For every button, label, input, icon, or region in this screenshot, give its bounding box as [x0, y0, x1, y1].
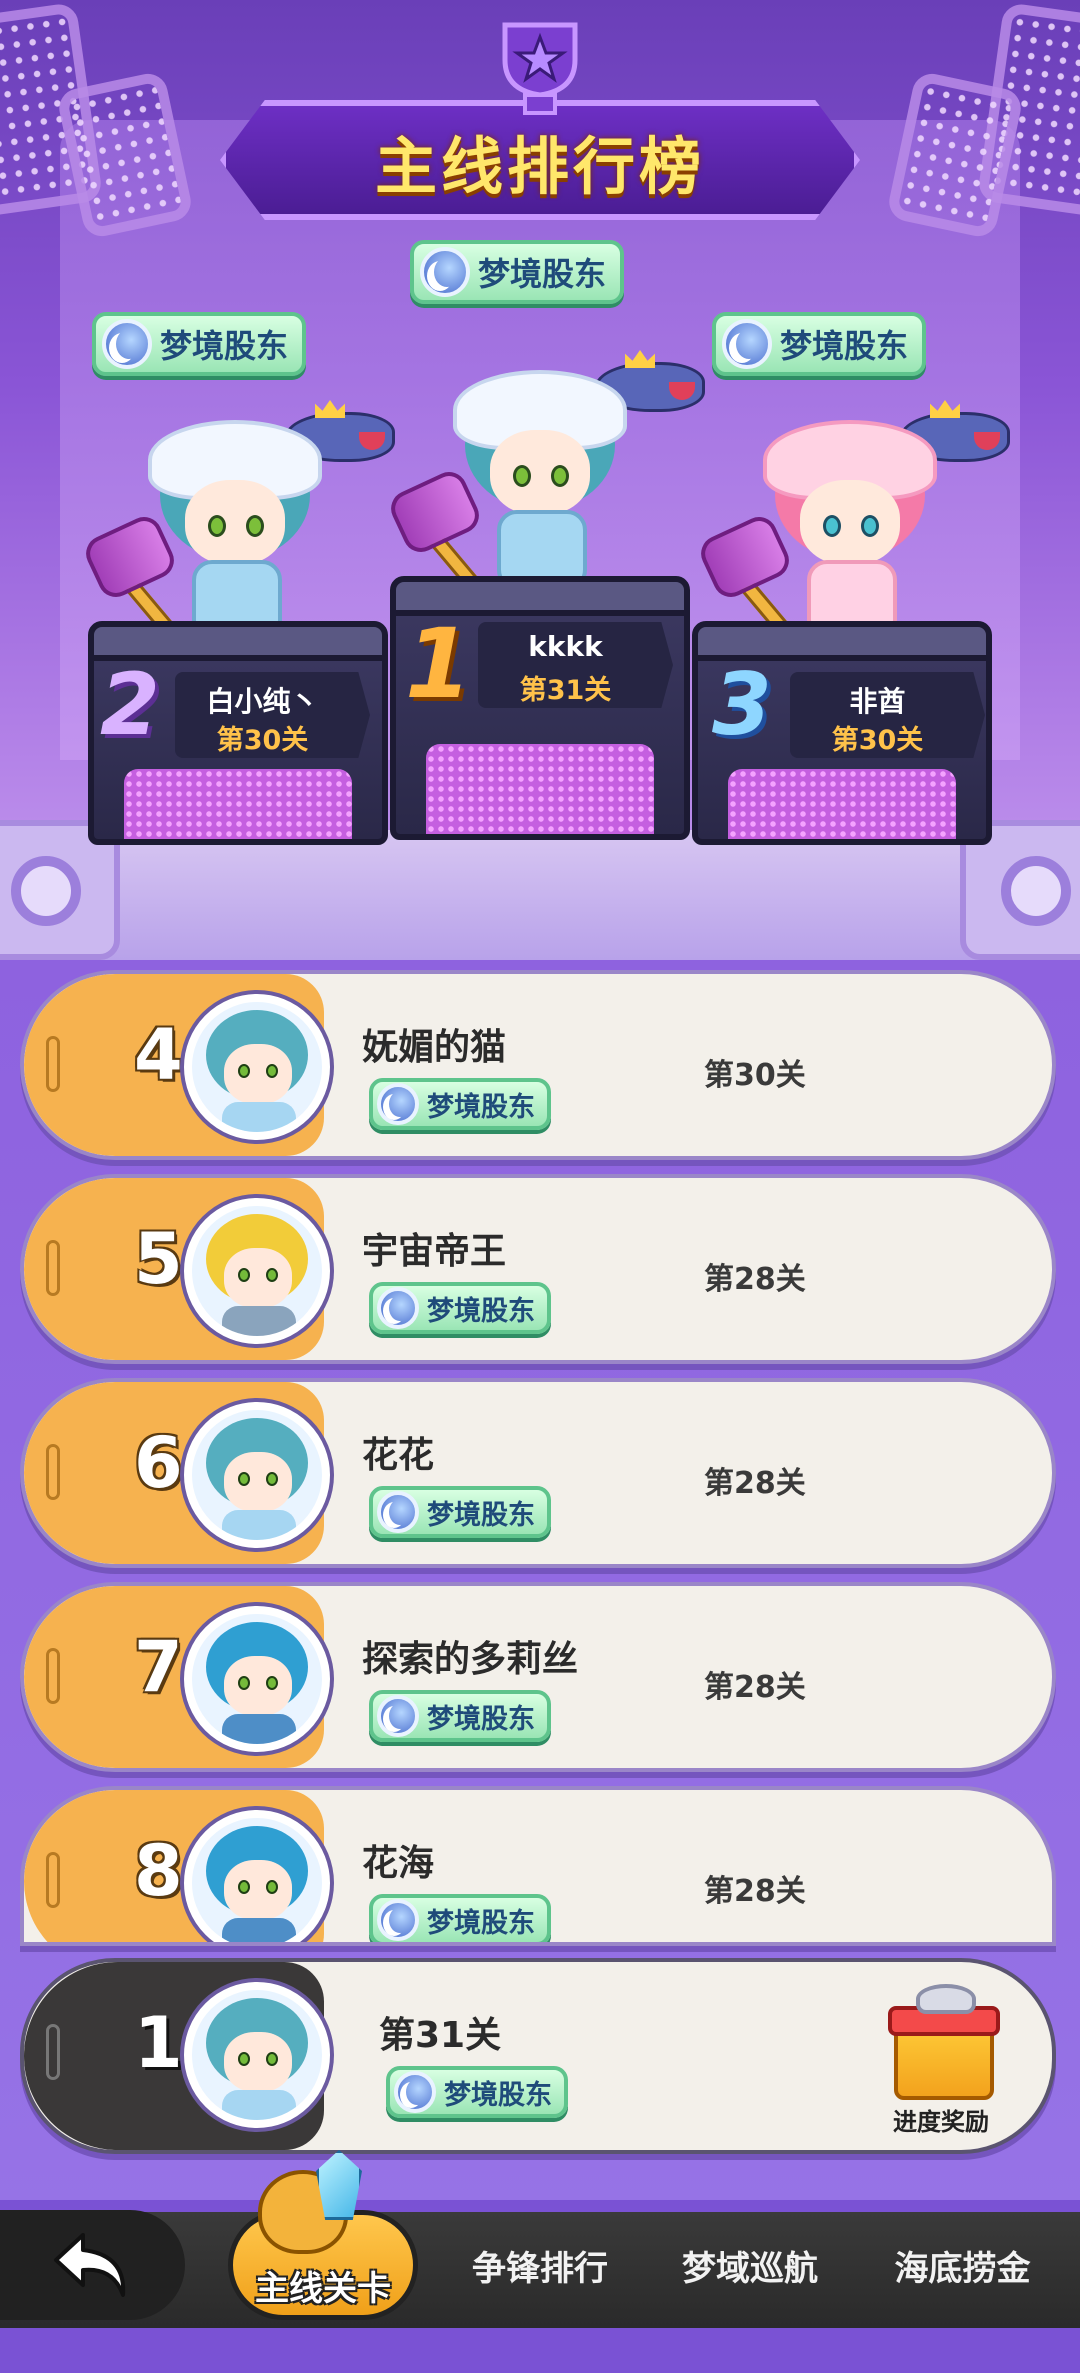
- my-level: 第31关: [379, 2015, 502, 2056]
- ranking-list[interactable]: 4 妩媚的猫 梦境股东 第30关 5 宇宙帝王 梦境股东 第28关 6 花花 梦…: [0, 960, 1080, 2210]
- back-button[interactable]: [0, 2210, 185, 2320]
- moon-icon: [102, 319, 152, 369]
- reward-label: 进度奖励: [893, 2108, 989, 2136]
- player-name: 宇宙帝王: [362, 1231, 507, 1272]
- moon-icon: [377, 1491, 419, 1533]
- vip-badge-rank-2: 梦境股东: [92, 312, 307, 376]
- slot-decoration: [46, 1036, 60, 1092]
- podium-nameplate: 非酋 第30关: [790, 672, 985, 758]
- player-name: 探索的多莉丝: [362, 1639, 579, 1680]
- list-item[interactable]: 7 探索的多莉丝 梦境股东 第28关: [20, 1582, 1056, 1772]
- list-item[interactable]: 4 妩媚的猫 梦境股东 第30关: [20, 970, 1056, 1160]
- moon-icon: [722, 319, 772, 369]
- player-name: 非酋: [849, 685, 906, 718]
- page-title: 主线排行榜: [374, 130, 705, 203]
- vip-badge: 梦境股东: [369, 1486, 551, 1538]
- badge-label: 梦境股东: [444, 2079, 552, 2111]
- badge-label: 梦境股东: [427, 1499, 535, 1531]
- moon-icon: [377, 1083, 419, 1125]
- list-item[interactable]: 5 宇宙帝王 梦境股东 第28关: [20, 1174, 1056, 1364]
- hammer-icon: [385, 466, 505, 596]
- avatar[interactable]: [184, 1606, 330, 1752]
- player-level: 第30关: [831, 725, 924, 756]
- badge-label: 梦境股东: [427, 1295, 535, 1327]
- player-name: 妩媚的猫: [362, 1027, 507, 1068]
- trophy-icon: [502, 22, 578, 115]
- badge-label: 梦境股东: [780, 327, 909, 365]
- avatar[interactable]: [184, 994, 330, 1140]
- player-level: 第31关: [519, 675, 612, 706]
- avatar[interactable]: [184, 1402, 330, 1548]
- moon-icon: [420, 247, 470, 297]
- rank-number: 4: [134, 1014, 183, 1096]
- player-level: 第30关: [704, 1058, 806, 1093]
- vip-badge: 梦境股东: [369, 1894, 551, 1942]
- title-banner: 主线排行榜: [220, 22, 860, 230]
- tab-label: 梦域巡航: [682, 2248, 818, 2289]
- list-item[interactable]: 6 花花 梦境股东 第28关: [20, 1378, 1056, 1568]
- slot-decoration: [46, 1648, 60, 1704]
- slot-decoration: [46, 1240, 60, 1296]
- podium-rank-number: 1: [405, 608, 472, 720]
- avatar[interactable]: [184, 1810, 330, 1942]
- my-avatar[interactable]: [184, 1982, 330, 2128]
- tab-label: 争锋排行: [472, 2248, 608, 2289]
- moon-icon: [377, 1695, 419, 1737]
- player-level: 第28关: [704, 1466, 806, 1501]
- badge-label: 梦境股东: [478, 255, 607, 293]
- player-level: 第28关: [704, 1874, 806, 1909]
- badge-label: 梦境股东: [160, 327, 289, 365]
- vip-badge-rank-3: 梦境股东: [712, 312, 927, 376]
- badge-label: 梦境股东: [427, 1907, 535, 1939]
- bottom-nav: 主线关卡 争锋排行 梦域巡航 海底捞金: [0, 2150, 1080, 2373]
- podium-rank-number: 2: [100, 655, 160, 755]
- slot-decoration: [46, 2024, 60, 2080]
- avatar[interactable]: [184, 1198, 330, 1344]
- podium-nameplate: kkkk 第31关: [478, 622, 673, 708]
- badge-label: 梦境股东: [427, 1091, 535, 1123]
- vip-badge: 梦境股东: [369, 1282, 551, 1334]
- rank-number: 7: [134, 1626, 183, 1708]
- podium-stage: 主线排行榜 梦境股东 1 kkkk 第31关 梦境股东 2 白小纯丶 第30关 …: [0, 0, 1080, 960]
- hammer-icon: [695, 511, 815, 641]
- vip-badge: 梦境股东: [386, 2066, 568, 2118]
- tab-label: 主线关卡: [255, 2268, 391, 2309]
- back-arrow-icon: [53, 2233, 125, 2297]
- progress-reward-button[interactable]: 进度奖励: [866, 1984, 1016, 2136]
- player-name: 花海: [362, 1843, 435, 1884]
- vip-badge-rank-1: 梦境股东: [410, 240, 625, 304]
- moon-icon: [377, 1899, 419, 1941]
- gift-bow: [916, 1984, 976, 2014]
- vip-badge: 梦境股东: [369, 1690, 551, 1742]
- stage-floor: [0, 830, 1080, 960]
- tab-seabed-gold[interactable]: 海底捞金: [865, 2210, 1060, 2320]
- tab-label: 海底捞金: [894, 2248, 1031, 2289]
- player-level: 第28关: [704, 1670, 806, 1705]
- player-level: 第28关: [704, 1262, 806, 1297]
- moon-icon: [394, 2071, 436, 2113]
- rank-number: 6: [134, 1422, 183, 1504]
- rank-number: 5: [134, 1218, 183, 1300]
- badge-label: 梦境股东: [427, 1703, 535, 1735]
- vip-badge: 梦境股东: [369, 1078, 551, 1130]
- moon-icon: [377, 1287, 419, 1329]
- tab-dream-cruise[interactable]: 梦域巡航: [655, 2210, 845, 2320]
- my-rank-row[interactable]: 1 第31关 梦境股东 进度奖励: [20, 1958, 1056, 2154]
- slot-decoration: [46, 1852, 60, 1908]
- hammer-icon: [80, 511, 200, 641]
- my-rank-number: 1: [134, 2002, 183, 2084]
- tab-competition-ranking[interactable]: 争锋排行: [445, 2210, 635, 2320]
- rank-number: 8: [134, 1830, 183, 1912]
- player-name: kkkk: [528, 630, 603, 663]
- player-level: 第30关: [216, 725, 309, 756]
- podium-rank-number: 3: [712, 655, 772, 755]
- player-name: 花花: [362, 1435, 435, 1476]
- podium-nameplate: 白小纯丶 第30关: [175, 672, 370, 758]
- player-name: 白小纯丶: [206, 685, 319, 718]
- mascot-icon: [258, 2150, 368, 2260]
- list-item[interactable]: 8 花海 梦境股东 第28关: [20, 1786, 1056, 1946]
- slot-decoration: [46, 1444, 60, 1500]
